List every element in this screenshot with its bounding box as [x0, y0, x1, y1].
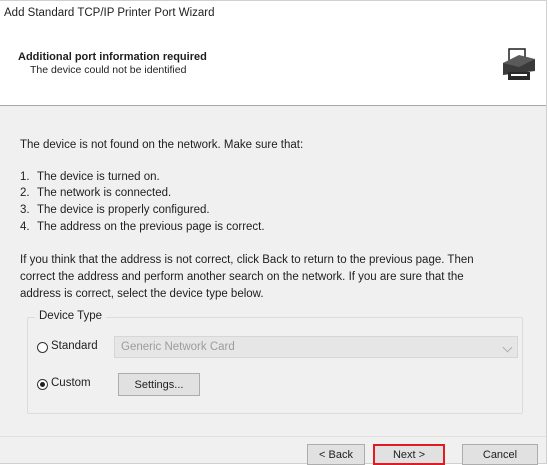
wizard-header: Additional port information required The… — [0, 25, 546, 105]
list-number: 4. — [20, 221, 30, 233]
window-title: Add Standard TCP/IP Printer Port Wizard — [4, 7, 215, 19]
list-number: 3. — [20, 204, 30, 216]
next-button[interactable]: Next > — [373, 444, 445, 465]
custom-radio-label[interactable]: Custom — [51, 377, 91, 389]
standard-radio[interactable] — [37, 342, 48, 353]
list-text: The network is connected. — [37, 187, 172, 199]
instructions-line: correct the address and perform another … — [20, 271, 464, 283]
cancel-button[interactable]: Cancel — [462, 444, 538, 465]
wizard-window: Add Standard TCP/IP Printer Port Wizard … — [0, 0, 547, 465]
intro-text: The device is not found on the network. … — [20, 139, 304, 151]
list-number: 1. — [20, 171, 30, 183]
instructions-line: If you think that the address is not cor… — [20, 254, 474, 266]
device-type-group — [27, 317, 523, 414]
standard-device-value: Generic Network Card — [121, 341, 235, 353]
list-text: The address on the previous page is corr… — [37, 221, 265, 233]
standard-radio-label[interactable]: Standard — [51, 340, 98, 352]
header-subtitle: The device could not be identified — [30, 64, 187, 76]
chevron-down-icon — [502, 342, 513, 353]
title-bar: Add Standard TCP/IP Printer Port Wizard — [0, 1, 546, 25]
instructions-line: address is correct, select the device ty… — [20, 288, 264, 300]
back-button[interactable]: < Back — [307, 444, 365, 465]
radio-selected-dot — [40, 382, 45, 387]
list-text: The device is properly configured. — [37, 204, 210, 216]
list-text: The device is turned on. — [37, 171, 160, 183]
custom-radio[interactable] — [37, 379, 48, 390]
list-number: 2. — [20, 187, 30, 199]
settings-button[interactable]: Settings... — [118, 373, 200, 396]
header-title: Additional port information required — [18, 51, 207, 63]
printer-icon — [503, 48, 535, 80]
standard-device-select: Generic Network Card — [114, 336, 518, 358]
device-type-label: Device Type — [35, 310, 107, 322]
